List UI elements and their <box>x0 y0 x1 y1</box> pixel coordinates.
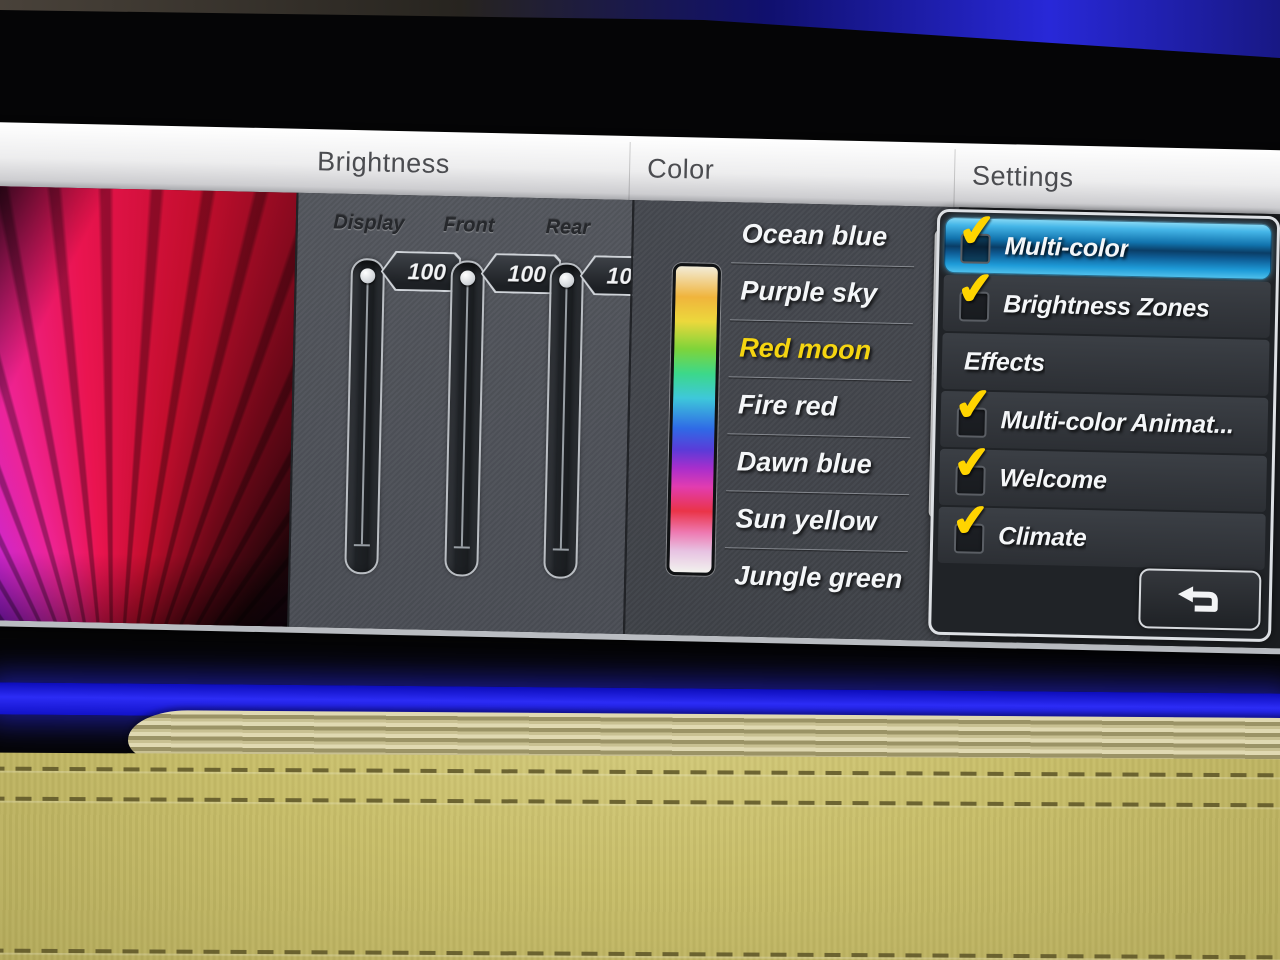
display-brightness-slider: Display 100 <box>352 210 386 211</box>
setting-multi-color-animation[interactable]: ✔ Multi-color Animat... <box>940 391 1268 454</box>
front-slider-value: 100 <box>507 260 546 288</box>
front-slider-knob[interactable] <box>460 270 475 285</box>
rear-slider-track[interactable] <box>543 262 584 579</box>
display-slider-value-tag: 100 <box>380 251 461 293</box>
header-color: Color <box>646 136 714 201</box>
display-slider-knob[interactable] <box>360 268 375 283</box>
back-arrow-icon <box>1177 585 1224 614</box>
settings-popup: ✔ Multi-color ✔ Brightness Zones Effects <box>928 209 1280 642</box>
color-option-ocean-blue[interactable]: Ocean blue <box>633 203 959 267</box>
stitching <box>0 949 1280 960</box>
header-divider <box>953 149 955 207</box>
color-spectrum-bar <box>666 263 721 576</box>
color-panel: Ocean blue Purple sky Red moon Fire red … <box>623 200 959 641</box>
rear-brightness-slider: Rear 100 <box>551 214 585 215</box>
slider-label-front: Front <box>422 213 516 238</box>
front-slider-track[interactable] <box>444 260 485 577</box>
infotainment-screen: Brightness Color Settings Display 100 <box>0 122 1280 654</box>
ambient-light-preview <box>0 186 297 627</box>
front-brightness-slider: Front 100 <box>452 212 486 213</box>
stitching <box>0 797 1280 808</box>
stitching <box>0 767 1280 778</box>
header-divider <box>628 142 630 200</box>
setting-effects[interactable]: Effects <box>941 333 1269 396</box>
slider-label-rear: Rear <box>521 216 615 241</box>
back-button[interactable] <box>1138 568 1261 631</box>
checkmark-icon: ✔ <box>953 382 993 429</box>
slider-label-display: Display <box>322 211 416 236</box>
setting-climate[interactable]: ✔ Climate <box>938 507 1266 570</box>
checkmark-icon: ✔ <box>951 498 991 545</box>
display-slider-value: 100 <box>407 258 446 286</box>
setting-multi-color[interactable]: ✔ Multi-color <box>944 217 1272 280</box>
setting-brightness-zones[interactable]: ✔ Brightness Zones <box>943 275 1271 338</box>
setting-welcome[interactable]: ✔ Welcome <box>939 449 1267 512</box>
settings-panel: ✔ Multi-color ✔ Brightness Zones Effects <box>950 207 1280 648</box>
header-brightness: Brightness <box>317 129 451 196</box>
ceiling-ambient-glow <box>0 0 1280 64</box>
header-settings: Settings <box>971 143 1074 209</box>
checkmark-icon: ✔ <box>952 440 992 487</box>
leather-dashboard <box>0 753 1280 960</box>
display-slider-track[interactable] <box>344 258 385 575</box>
checkmark-icon: ✔ <box>957 209 997 255</box>
rear-slider-knob[interactable] <box>559 272 574 287</box>
cabin-photo: Brightness Color Settings Display 100 <box>0 0 1280 960</box>
checkmark-icon: ✔ <box>956 266 996 313</box>
brightness-panel: Display 100 Front <box>287 193 632 634</box>
